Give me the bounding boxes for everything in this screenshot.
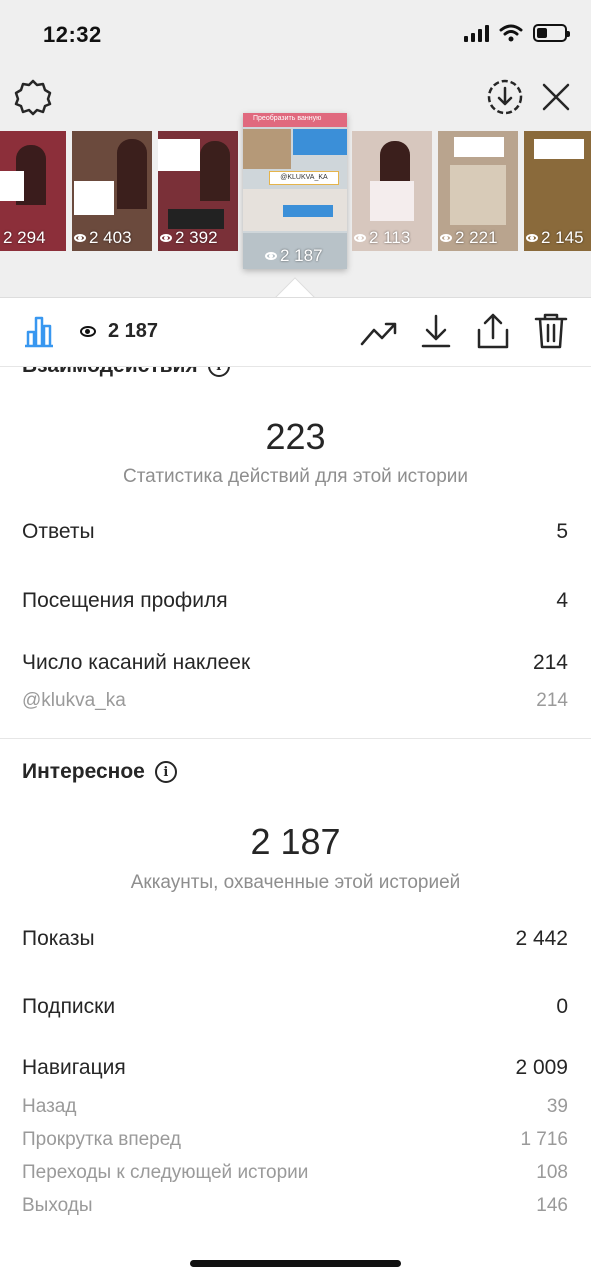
metric-label: Навигация — [22, 1056, 126, 1079]
metric-row: Подписки 0 — [22, 995, 568, 1019]
status-icons — [464, 24, 570, 42]
discovery-total: 2 187 — [250, 821, 341, 862]
battery-icon — [533, 24, 570, 42]
share-icon[interactable] — [476, 312, 510, 350]
eye-icon — [440, 234, 452, 242]
insights-action-bar: 2 187 — [0, 297, 591, 367]
metric-row: Число касаний наклеек 214 — [22, 651, 568, 675]
metric-subvalue: 146 — [536, 1195, 568, 1216]
story-views: 2 403 — [72, 228, 152, 248]
gear-icon[interactable] — [14, 78, 52, 116]
story-views: 2 294 — [3, 228, 46, 247]
metric-sublabel: Выходы — [22, 1195, 93, 1216]
metric-subvalue: 39 — [546, 1096, 568, 1117]
metric-label: Посещения профиля — [22, 589, 228, 612]
story-thumbnail[interactable]: 2 145 — [524, 131, 591, 251]
signal-icon — [464, 24, 489, 42]
status-time: 12:32 — [43, 22, 102, 47]
trash-icon[interactable] — [534, 312, 568, 350]
eye-icon — [160, 234, 172, 242]
metric-subvalue: 1 716 — [520, 1129, 568, 1150]
story-thumbnail[interactable]: 2 403 — [72, 131, 152, 251]
metric-row: Навигация 2 009 — [22, 1056, 568, 1080]
metric-label: Показы — [22, 927, 95, 950]
panel-views: 2 187 — [80, 320, 158, 343]
story-thumbnail[interactable]: 2 294 — [0, 131, 66, 251]
metric-sublabel[interactable]: @klukva_ka — [22, 690, 126, 712]
metric-subrow: Переходы к следующей истории 108 — [22, 1162, 568, 1184]
discovery-title: Интересное — [22, 760, 145, 783]
metric-subrow: Назад 39 — [22, 1096, 568, 1118]
discovery-heading: Интересное i — [22, 760, 177, 784]
metric-row: Посещения профиля 4 — [22, 589, 568, 613]
save-story-icon[interactable] — [486, 78, 524, 116]
metric-label: Подписки — [22, 995, 116, 1018]
metric-subrow: Прокрутка вперед 1 716 — [22, 1129, 568, 1151]
status-bar: 12:32 — [0, 0, 591, 70]
metric-value: 0 — [556, 995, 568, 1018]
metric-value: 2 009 — [515, 1056, 568, 1079]
story-thumbnail[interactable]: 2 221 — [438, 131, 518, 251]
bar-chart-icon[interactable] — [22, 314, 56, 348]
story-tag: @KLUKVA_KA — [269, 171, 339, 185]
discovery-caption: Аккаунты, охваченные этой историей — [130, 872, 461, 893]
story-thumbnail[interactable]: 2 113 — [352, 131, 432, 251]
metric-subrow: Выходы 146 — [22, 1195, 568, 1217]
metric-sublabel: Переходы к следующей истории — [22, 1162, 309, 1183]
panel-views-count: 2 187 — [108, 320, 159, 342]
trending-icon[interactable] — [360, 318, 398, 348]
close-icon[interactable] — [541, 82, 571, 112]
metric-sublabel: Назад — [22, 1096, 77, 1117]
metric-label: Число касаний наклеек — [22, 651, 251, 674]
info-icon[interactable]: i — [154, 761, 177, 783]
metric-subvalue: 108 — [536, 1162, 568, 1183]
story-banner: Преобразить ванную — [243, 113, 347, 127]
story-views: 2 187 — [263, 246, 347, 266]
interactions-total: 223 — [265, 416, 326, 457]
metric-value: 5 — [556, 520, 568, 543]
eye-icon — [74, 234, 86, 242]
metric-row: Ответы 5 — [22, 520, 568, 544]
home-indicator[interactable] — [190, 1260, 401, 1267]
story-viewer-header: 12:32 2 294 2 403 2 392 Преобразить ванн… — [0, 0, 591, 298]
eye-icon — [354, 234, 366, 242]
interactions-caption: Статистика действий для этой истории — [122, 466, 469, 487]
metric-row: Показы 2 442 — [22, 927, 568, 951]
wifi-icon — [499, 24, 523, 42]
story-thumbnail[interactable]: 2 392 — [158, 131, 238, 251]
story-strip[interactable]: 2 294 2 403 2 392 Преобразить ванную @KL… — [0, 113, 591, 269]
story-views: 2 145 — [524, 228, 591, 248]
story-views: 2 221 — [438, 228, 518, 248]
metric-value: 4 — [556, 589, 568, 612]
section-divider — [0, 738, 591, 739]
eye-icon — [265, 252, 277, 260]
metric-label: Ответы — [22, 520, 95, 543]
eye-icon — [80, 326, 96, 337]
download-icon[interactable] — [420, 314, 452, 348]
metric-subvalue: 214 — [536, 690, 568, 711]
metric-sublabel: Прокрутка вперед — [22, 1129, 181, 1150]
story-views: 2 113 — [352, 228, 432, 248]
eye-icon — [526, 234, 538, 242]
metric-subrow: @klukva_ka 214 — [22, 690, 568, 712]
story-thumbnail-selected[interactable]: Преобразить ванную @KLUKVA_KA 2 187 — [243, 113, 347, 269]
story-views: 2 392 — [158, 228, 238, 248]
metric-value: 2 442 — [515, 927, 568, 950]
metric-value: 214 — [532, 651, 568, 674]
